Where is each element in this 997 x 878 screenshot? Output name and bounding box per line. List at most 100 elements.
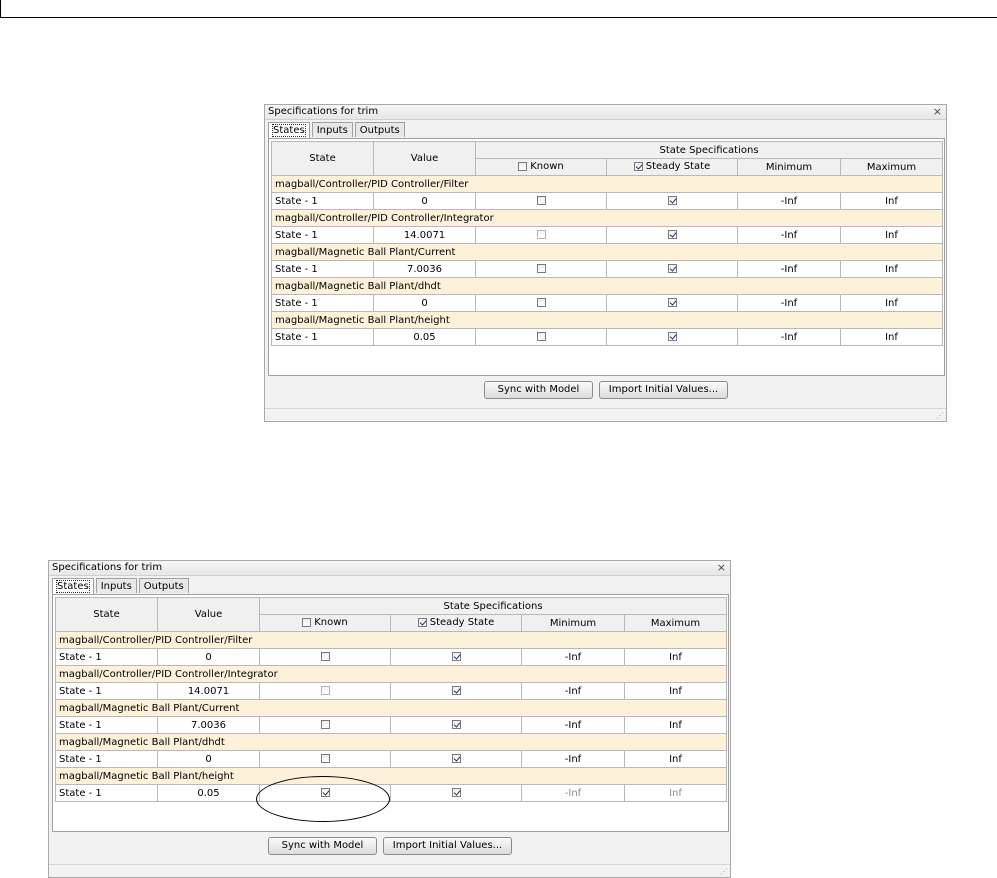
import-initial-values-button[interactable]: Import Initial Values... [599, 381, 728, 399]
value-cell[interactable]: 0 [157, 648, 260, 666]
maximum-cell[interactable]: Inf [840, 260, 943, 278]
tab-outputs[interactable]: Outputs [354, 122, 405, 137]
known-checkbox[interactable] [320, 652, 330, 661]
value-cell[interactable]: 14.0071 [373, 226, 476, 244]
maximum-cell[interactable]: Inf [840, 192, 943, 210]
close-icon[interactable]: × [717, 561, 726, 575]
states-table: State Value State Specifications Known Stead… [271, 141, 943, 346]
col-header-known[interactable]: Known [259, 614, 391, 632]
tab-inputs[interactable]: Inputs [95, 578, 137, 593]
value-cell[interactable]: 0.05 [157, 784, 260, 802]
state-name-cell: State - 1 [271, 260, 374, 278]
steady-state-all-checkbox[interactable] [417, 618, 427, 628]
minimum-cell[interactable]: -Inf [737, 260, 841, 278]
steady-state-checkbox[interactable] [667, 196, 677, 205]
known-checkbox[interactable] [536, 298, 546, 307]
known-checkbox[interactable] [536, 196, 546, 205]
import-initial-values-button[interactable]: Import Initial Values... [383, 837, 512, 855]
sync-with-model-button[interactable]: Sync with Model [268, 837, 377, 855]
maximum-cell[interactable]: Inf [624, 784, 727, 802]
resize-grip-icon[interactable]: ⋰ [720, 867, 728, 876]
col-header-value[interactable]: Value [373, 141, 476, 176]
value-cell[interactable]: 0 [373, 294, 476, 312]
known-checkbox[interactable] [320, 754, 330, 763]
maximum-cell[interactable]: Inf [624, 716, 727, 734]
tab-inputs[interactable]: Inputs [311, 122, 353, 137]
steady-state-checkbox[interactable] [667, 264, 677, 273]
col-header-known[interactable]: Known [475, 158, 607, 176]
known-checkbox[interactable] [536, 332, 546, 341]
steady-state-checkbox[interactable] [451, 652, 461, 661]
minimum-cell[interactable]: -Inf [521, 750, 625, 768]
specifications-panel-bottom: Specifications for trim × States Inputs Outp… [48, 560, 731, 878]
maximum-cell[interactable]: Inf [624, 682, 727, 700]
col-header-state[interactable]: State [271, 141, 374, 176]
steady-state-checkbox[interactable] [667, 298, 677, 307]
known-all-checkbox[interactable] [518, 162, 528, 172]
col-header-state[interactable]: State [55, 597, 158, 632]
state-name-cell: State - 1 [55, 716, 158, 734]
sync-with-model-button[interactable]: Sync with Model [484, 381, 593, 399]
maximum-cell[interactable]: Inf [840, 328, 943, 346]
value-cell[interactable]: 7.0036 [373, 260, 476, 278]
minimum-cell[interactable]: -Inf [737, 226, 841, 244]
known-cell [475, 294, 607, 312]
known-checkbox[interactable] [320, 686, 330, 695]
known-checkbox[interactable] [536, 264, 546, 273]
minimum-cell[interactable]: -Inf [521, 716, 625, 734]
minimum-cell[interactable]: -Inf [521, 648, 625, 666]
steady-state-checkbox[interactable] [451, 686, 461, 695]
table-row: State - 1 7.0036 -Inf Inf [55, 716, 727, 734]
minimum-cell[interactable]: -Inf [737, 192, 841, 210]
tab-strip: States Inputs Outputs [268, 122, 407, 139]
col-header-maximum[interactable]: Maximum [840, 158, 943, 176]
minimum-cell[interactable]: -Inf [521, 784, 625, 802]
col-header-maximum[interactable]: Maximum [624, 614, 727, 632]
block-path-row: magball/Controller/PID Controller/Filter [271, 175, 943, 193]
table-row: State - 1 0.05 -Inf Inf [271, 328, 943, 346]
known-checkbox[interactable] [320, 720, 330, 729]
table-row: State - 1 14.0071 -Inf Inf [271, 226, 943, 244]
maximum-cell[interactable]: Inf [840, 294, 943, 312]
col-header-steady-state[interactable]: Steady State [606, 158, 738, 176]
col-header-steady-state[interactable]: Steady State [390, 614, 522, 632]
close-icon[interactable]: × [933, 105, 942, 119]
maximum-cell[interactable]: Inf [840, 226, 943, 244]
col-header-minimum[interactable]: Minimum [521, 614, 625, 632]
minimum-cell[interactable]: -Inf [737, 328, 841, 346]
tab-states[interactable]: States [52, 578, 94, 595]
steady-state-all-checkbox[interactable] [633, 162, 643, 172]
known-cell [475, 260, 607, 278]
state-name-cell: State - 1 [271, 226, 374, 244]
maximum-cell[interactable]: Inf [624, 750, 727, 768]
steady-state-checkbox[interactable] [667, 332, 677, 341]
tab-outputs[interactable]: Outputs [138, 578, 189, 593]
steady-state-checkbox[interactable] [451, 720, 461, 729]
value-cell[interactable]: 0.05 [373, 328, 476, 346]
known-all-checkbox[interactable] [302, 618, 312, 628]
status-bar: ⋰ [265, 408, 946, 421]
minimum-cell[interactable]: -Inf [737, 294, 841, 312]
steady-state-checkbox[interactable] [451, 788, 461, 797]
steady-state-cell [606, 328, 738, 346]
col-header-minimum[interactable]: Minimum [737, 158, 841, 176]
tab-states[interactable]: States [268, 122, 310, 139]
states-table-area: State Value State Specifications Known Stead… [52, 594, 729, 832]
resize-grip-icon[interactable]: ⋰ [936, 411, 944, 420]
steady-state-cell [390, 716, 522, 734]
col-header-value[interactable]: Value [157, 597, 260, 632]
value-cell[interactable]: 14.0071 [157, 682, 260, 700]
minimum-cell[interactable]: -Inf [521, 682, 625, 700]
steady-state-checkbox[interactable] [667, 230, 677, 239]
value-cell[interactable]: 0 [157, 750, 260, 768]
steady-state-checkbox[interactable] [451, 754, 461, 763]
value-cell[interactable]: 7.0036 [157, 716, 260, 734]
block-path-row: magball/Magnetic Ball Plant/height [271, 311, 943, 329]
state-name-cell: State - 1 [271, 192, 374, 210]
maximum-cell[interactable]: Inf [624, 648, 727, 666]
known-checkbox[interactable] [536, 230, 546, 239]
known-cell [475, 192, 607, 210]
value-cell[interactable]: 0 [373, 192, 476, 210]
known-cell [259, 716, 391, 734]
panel-title-bar: Specifications for trim × [49, 561, 730, 576]
